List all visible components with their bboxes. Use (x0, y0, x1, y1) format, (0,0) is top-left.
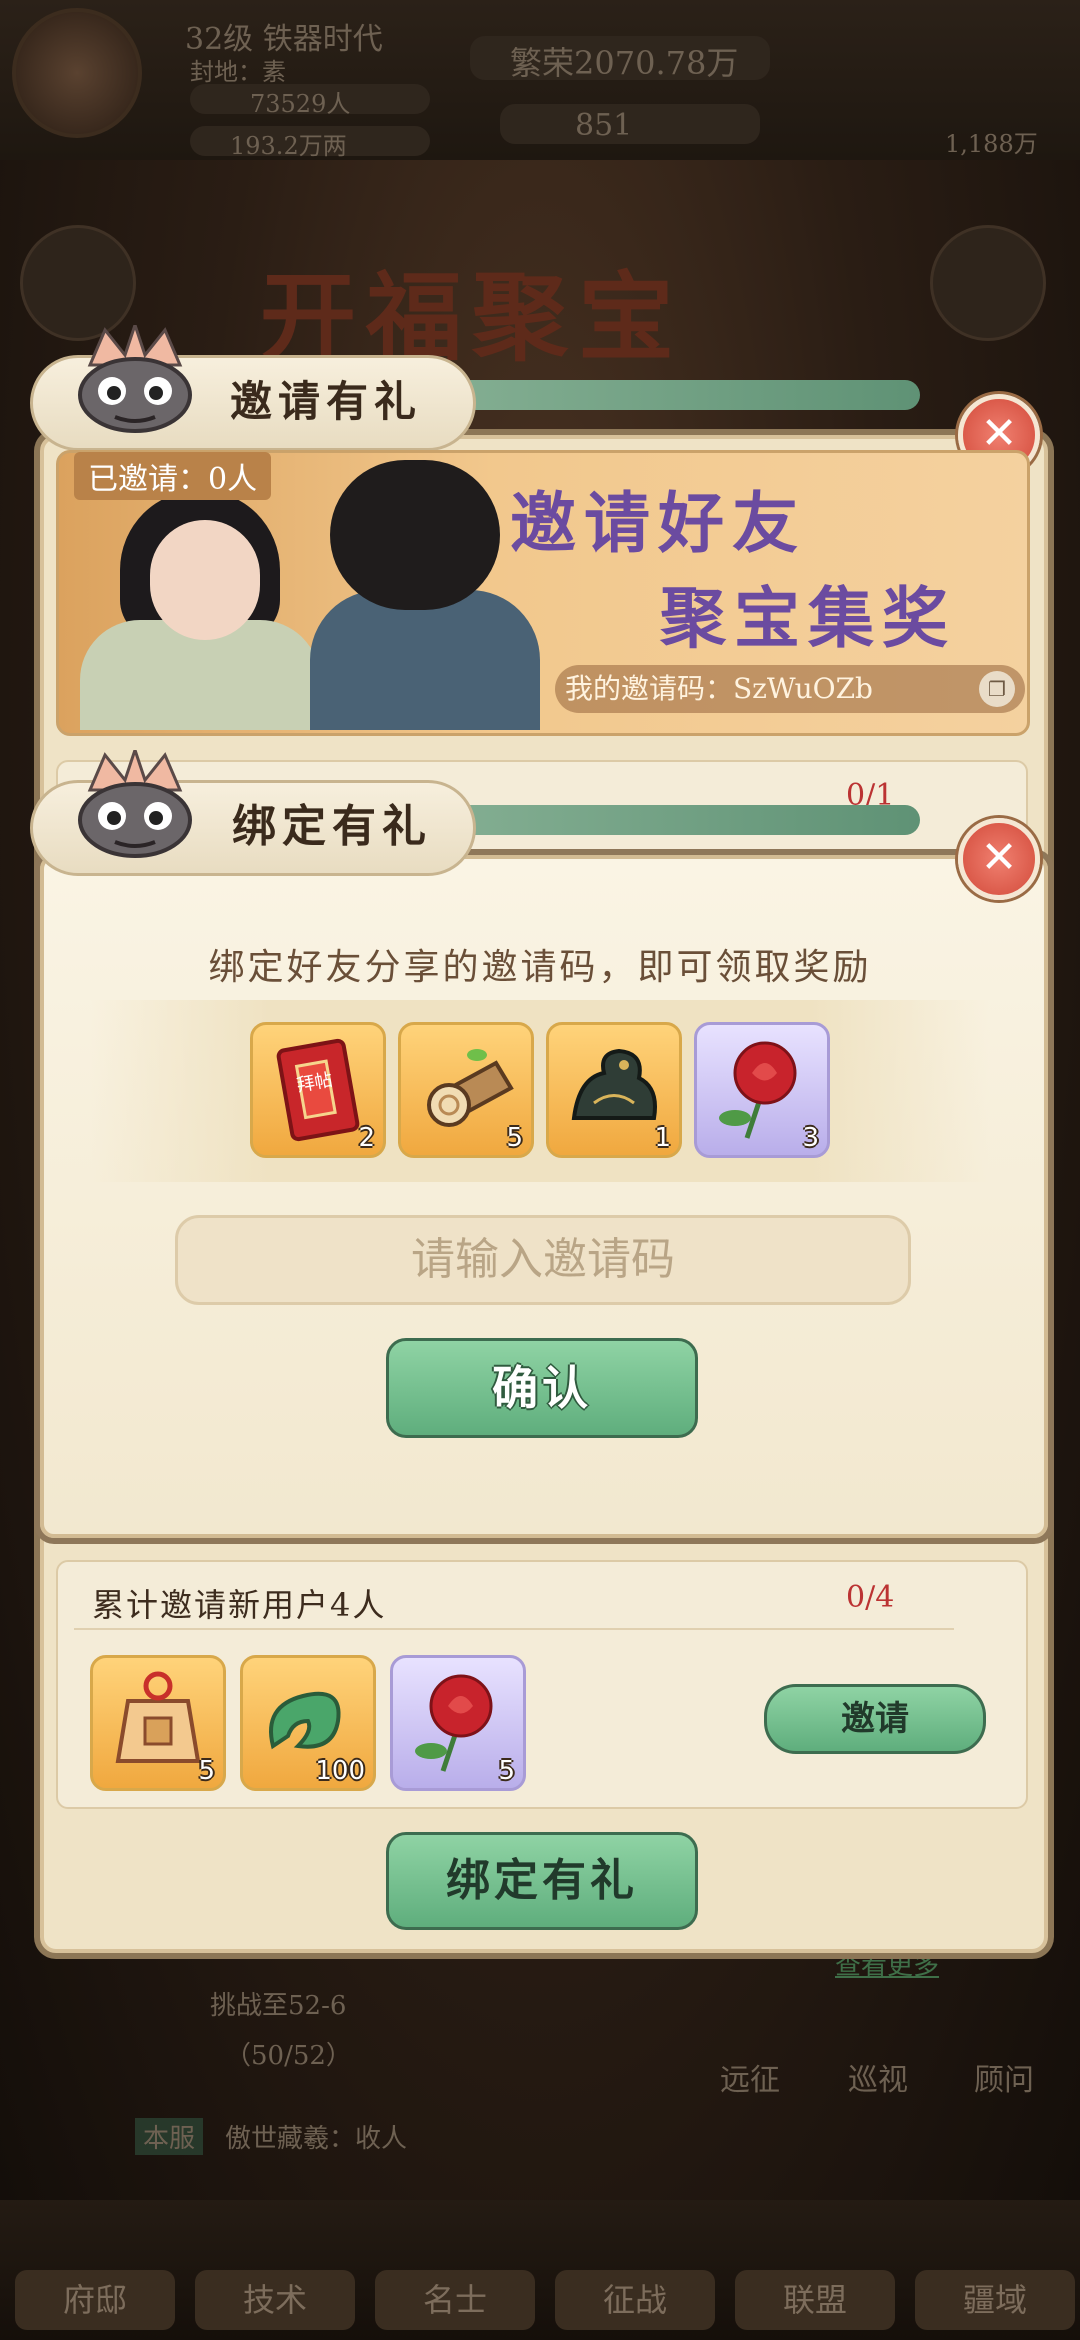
gold-value: 851 (575, 108, 633, 143)
invite-panel-title: 邀请有礼 (230, 377, 423, 426)
prosperity-value: 繁荣2070.78万 (510, 44, 739, 82)
silver-value: 193.2万两 (230, 132, 347, 160)
dragon-mascot-icon (78, 325, 192, 433)
invite-code-input[interactable]: 请输入邀请码 (175, 1215, 911, 1305)
item-qty: 2 (358, 1123, 375, 1153)
challenge-progress: （50/52） (225, 2041, 352, 2071)
confirm-button[interactable]: 确认 (386, 1338, 698, 1438)
row-divider (74, 1628, 954, 1630)
red-rose-icon (719, 1041, 797, 1139)
news-server-badge: 本服 (135, 2118, 204, 2155)
reward-row-title: 累计邀请新用户4人 (92, 1586, 387, 1624)
news-ticker-text: 傲世藏羲：收人 (225, 2124, 408, 2154)
reward-item-bronze-beast[interactable]: 1 (546, 1022, 682, 1158)
reward-row-count: 0/4 (846, 1580, 895, 1615)
invite-button[interactable]: 邀请 (764, 1684, 986, 1754)
my-invite-code: 我的邀请码：SzWuOZb ❐ (555, 665, 1025, 713)
side-icon-right (930, 225, 1046, 341)
nav-celebrities[interactable]: 名士 (375, 2270, 535, 2330)
invitation-card-icon: 拜帖 (276, 1038, 360, 1142)
item-qty: 5 (498, 1756, 515, 1786)
side-icon-left (20, 225, 136, 341)
banner-girl-face (150, 520, 260, 640)
dragon-mascot-icon (78, 750, 192, 858)
reward-item-invitation-card[interactable]: 拜帖 2 (250, 1022, 386, 1158)
expedition-icon-label[interactable]: 远征 (720, 2055, 780, 2099)
bind-dialog-title: 绑定有礼 (232, 801, 432, 852)
power-value: 1,188万 (945, 130, 1038, 158)
item-qty: 100 (315, 1756, 365, 1786)
item-qty: 3 (802, 1123, 819, 1153)
banner-boy-character (330, 460, 500, 610)
reward-item-rose[interactable]: 3 (694, 1022, 830, 1158)
item-qty: 5 (198, 1756, 215, 1786)
copy-icon[interactable]: ❐ (979, 671, 1015, 707)
reward-item-wood[interactable]: 5 (398, 1022, 534, 1158)
item-qty: 1 (654, 1123, 671, 1153)
lucky-pouch-icon (115, 1671, 201, 1763)
my-invite-code-text: 我的邀请码：SzWuOZb (565, 672, 873, 705)
reward-item-rose[interactable]: 5 (390, 1655, 526, 1791)
challenge-label: 挑战至52-6 (210, 1991, 347, 2021)
banner-slogan-line1: 邀请好友 (510, 484, 806, 562)
player-fief: 封地：素 (190, 58, 286, 86)
player-avatar[interactable] (12, 8, 142, 138)
nav-battle[interactable]: 征战 (555, 2270, 715, 2330)
invited-count: 已邀请：0人 (74, 452, 272, 500)
red-rose-icon (415, 1674, 493, 1772)
banner-boy-body (310, 590, 540, 730)
bronze-beast-icon (571, 1048, 657, 1120)
top-status-bar: 32级 铁器时代 封地：素 73529人 193.2万两 繁荣2070.78万 … (0, 0, 1080, 160)
advisor-icon-label[interactable]: 顾问 (974, 2055, 1034, 2099)
wood-log-icon (427, 1049, 514, 1127)
nav-residence[interactable]: 府邸 (15, 2270, 175, 2330)
population-value: 73529人 (250, 90, 351, 118)
reward-item-lucky-pouch[interactable]: 5 (90, 1655, 226, 1791)
nav-alliance[interactable]: 联盟 (735, 2270, 895, 2330)
nav-territory[interactable]: 疆域 (915, 2270, 1075, 2330)
nav-technology[interactable]: 技术 (195, 2270, 355, 2330)
item-qty: 5 (506, 1123, 523, 1153)
banner-slogan-line2: 聚宝集奖 (660, 579, 956, 657)
bind-gift-button[interactable]: 绑定有礼 (386, 1832, 698, 1930)
bind-dialog-description: 绑定好友分享的邀请码，即可领取奖励 (208, 947, 872, 988)
bind-dialog-close-button[interactable]: ✕ (958, 818, 1040, 900)
dialog-rewards-band (90, 1000, 990, 1182)
reward-item-jade-dragon[interactable]: 100 (240, 1655, 376, 1791)
patrol-icon-label[interactable]: 巡视 (848, 2055, 908, 2099)
